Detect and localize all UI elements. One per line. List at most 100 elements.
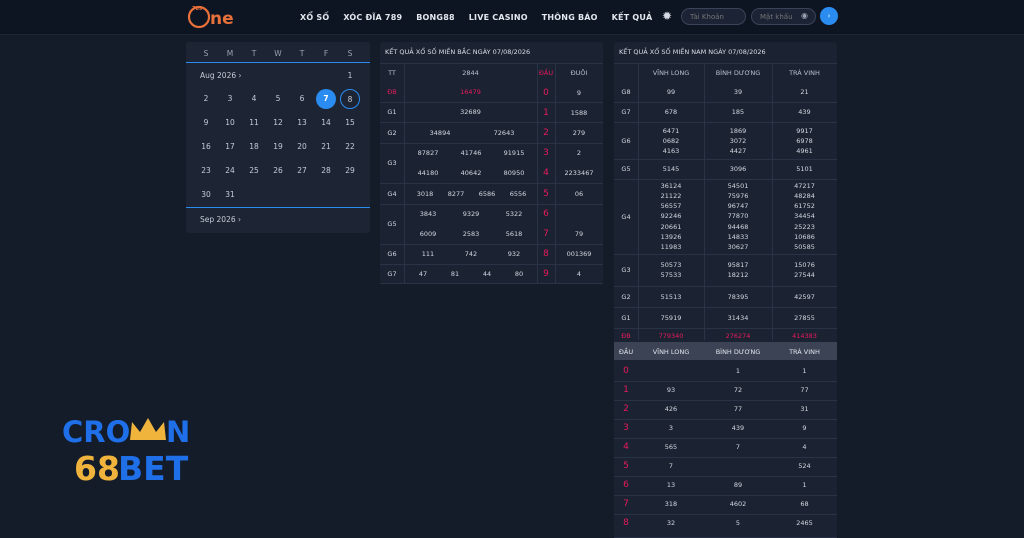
duoi-digits: 89 xyxy=(733,481,743,489)
calendar-day[interactable]: 28 xyxy=(316,161,336,181)
prize-number: 96747 xyxy=(727,202,749,211)
calendar-day[interactable]: 18 xyxy=(244,137,264,157)
month-label[interactable]: Sep 2026 › xyxy=(200,215,241,224)
calendar-day[interactable]: 1 xyxy=(340,66,360,86)
calendar-day[interactable]: 15 xyxy=(340,113,360,133)
calendar-day[interactable]: 5 xyxy=(268,89,288,109)
calendar-day[interactable]: 29 xyxy=(340,161,360,181)
calendar-day[interactable]: 8 xyxy=(340,89,360,109)
divider xyxy=(186,62,370,63)
eye-icon[interactable]: ◉ xyxy=(801,11,811,21)
duoi-digits: 1 xyxy=(802,481,807,489)
duoi-digits: 2 xyxy=(576,149,582,157)
dau-digit: 8 xyxy=(543,249,549,259)
calendar-day[interactable]: 20 xyxy=(292,137,312,157)
svg-text:ne: ne xyxy=(210,9,234,29)
south-title: KẾT QUẢ XỔ SỐ MIỀN NAM NGÀY 07/08/2026 xyxy=(619,48,766,56)
divider xyxy=(614,457,837,458)
nav-thong-bao[interactable]: THÔNG BÁO xyxy=(542,13,598,22)
calendar-day[interactable]: 19 xyxy=(268,137,288,157)
nav-ket-qua[interactable]: KẾT QUẢ xyxy=(612,13,653,22)
duoi-digits: 4 xyxy=(802,443,807,451)
calendar-day[interactable]: 10 xyxy=(220,113,240,133)
calendar-day[interactable]: 14 xyxy=(316,113,336,133)
prize-number: 81 xyxy=(450,269,460,278)
theme-toggle-icon[interactable]: ✹ xyxy=(660,9,674,23)
col-header: ĐUÔI xyxy=(570,69,588,77)
divider xyxy=(404,63,405,283)
prize-number: 779340 xyxy=(658,332,684,340)
calendar-day[interactable]: 16 xyxy=(196,137,216,157)
prize-label: G4 xyxy=(621,212,631,221)
prize-number: 1869 xyxy=(729,126,747,135)
prize-number: 57533 xyxy=(660,271,682,279)
prize-number: 27544 xyxy=(794,271,815,279)
login-button[interactable]: › xyxy=(820,7,838,25)
prize-number: 54501 xyxy=(727,181,749,190)
prize-number: 742 xyxy=(464,250,478,258)
prize-number: 80950 xyxy=(503,169,525,177)
prize-label: G7 xyxy=(387,269,397,278)
calendar-day[interactable]: 27 xyxy=(292,161,312,181)
nav-live-casino[interactable]: LIVE CASINO xyxy=(469,13,528,22)
prize-number: 6556 xyxy=(509,189,527,198)
calendar-day[interactable]: 23 xyxy=(196,161,216,181)
svg-text:789: 789 xyxy=(192,6,203,12)
calendar-day[interactable]: 2 xyxy=(196,89,216,109)
nav-bong88[interactable]: BONG88 xyxy=(416,13,455,22)
calendar-day[interactable]: 9 xyxy=(196,113,216,133)
calendar-day[interactable]: 11 xyxy=(244,113,264,133)
prize-number: 32689 xyxy=(460,108,481,116)
site-logo[interactable]: 789 ne xyxy=(186,4,256,30)
prize-label: G2 xyxy=(621,292,631,301)
divider xyxy=(614,419,837,420)
calendar-day[interactable]: 25 xyxy=(244,161,264,181)
calendar-day[interactable]: 17 xyxy=(220,137,240,157)
province-header: TRÀ VINH xyxy=(789,69,820,77)
calendar-day[interactable]: 30 xyxy=(196,185,216,205)
month-label[interactable]: Aug 2026 › xyxy=(200,71,242,80)
calendar-day[interactable]: 31 xyxy=(220,185,240,205)
calendar-day[interactable]: 6 xyxy=(292,89,312,109)
calendar-day[interactable]: 7 xyxy=(316,89,336,109)
prize-label: G3 xyxy=(387,159,397,167)
divider xyxy=(614,438,837,439)
prize-number: 94468 xyxy=(727,222,749,231)
prize-number: 30627 xyxy=(727,243,749,251)
north-title: KẾT QUẢ XỔ SỐ MIỀN BẮC NGÀY 07/08/2026 xyxy=(385,48,531,56)
divider xyxy=(614,495,837,496)
divider xyxy=(614,159,837,160)
dau-digit: 4 xyxy=(543,168,549,178)
divider xyxy=(614,307,837,308)
top-bar: 789 ne XỔ SỐ XÓC ĐĨA 789 BONG88 LIVE CAS… xyxy=(0,0,1024,35)
prize-number: 3843 xyxy=(419,210,437,218)
prize-label: G4 xyxy=(387,189,397,198)
weekday-label: F xyxy=(323,49,329,58)
prize-number: 5101 xyxy=(796,165,813,173)
divider xyxy=(380,283,603,284)
divider xyxy=(380,63,603,64)
nav-xoc-dia[interactable]: XÓC ĐĨA 789 xyxy=(343,13,402,22)
calendar-day[interactable]: 26 xyxy=(268,161,288,181)
divider xyxy=(614,63,837,64)
calendar-day[interactable]: 22 xyxy=(340,137,360,157)
divider xyxy=(186,207,370,208)
prize-number: 21 xyxy=(800,88,809,96)
prize-number: 36124 xyxy=(660,181,682,190)
calendar-day[interactable]: 13 xyxy=(292,113,312,133)
calendar-day[interactable]: 3 xyxy=(220,89,240,109)
prize-number: 50573 xyxy=(660,261,682,269)
prize-number: 41746 xyxy=(460,149,482,157)
calendar-day[interactable]: 12 xyxy=(268,113,288,133)
calendar-day[interactable]: 4 xyxy=(244,89,264,109)
calendar-day[interactable]: 21 xyxy=(316,137,336,157)
nav-xo-so[interactable]: XỔ SỐ xyxy=(300,13,329,22)
duoi-digits: 77 xyxy=(800,386,809,394)
calendar-day[interactable]: 24 xyxy=(220,161,240,181)
prize-number: 34894 xyxy=(429,128,451,137)
username-input[interactable] xyxy=(681,8,746,25)
duoi-digits: 279 xyxy=(572,129,586,137)
prize-number: 932 xyxy=(507,250,521,258)
duoi-digits: 31 xyxy=(800,405,809,413)
prize-number: 91915 xyxy=(503,149,525,157)
